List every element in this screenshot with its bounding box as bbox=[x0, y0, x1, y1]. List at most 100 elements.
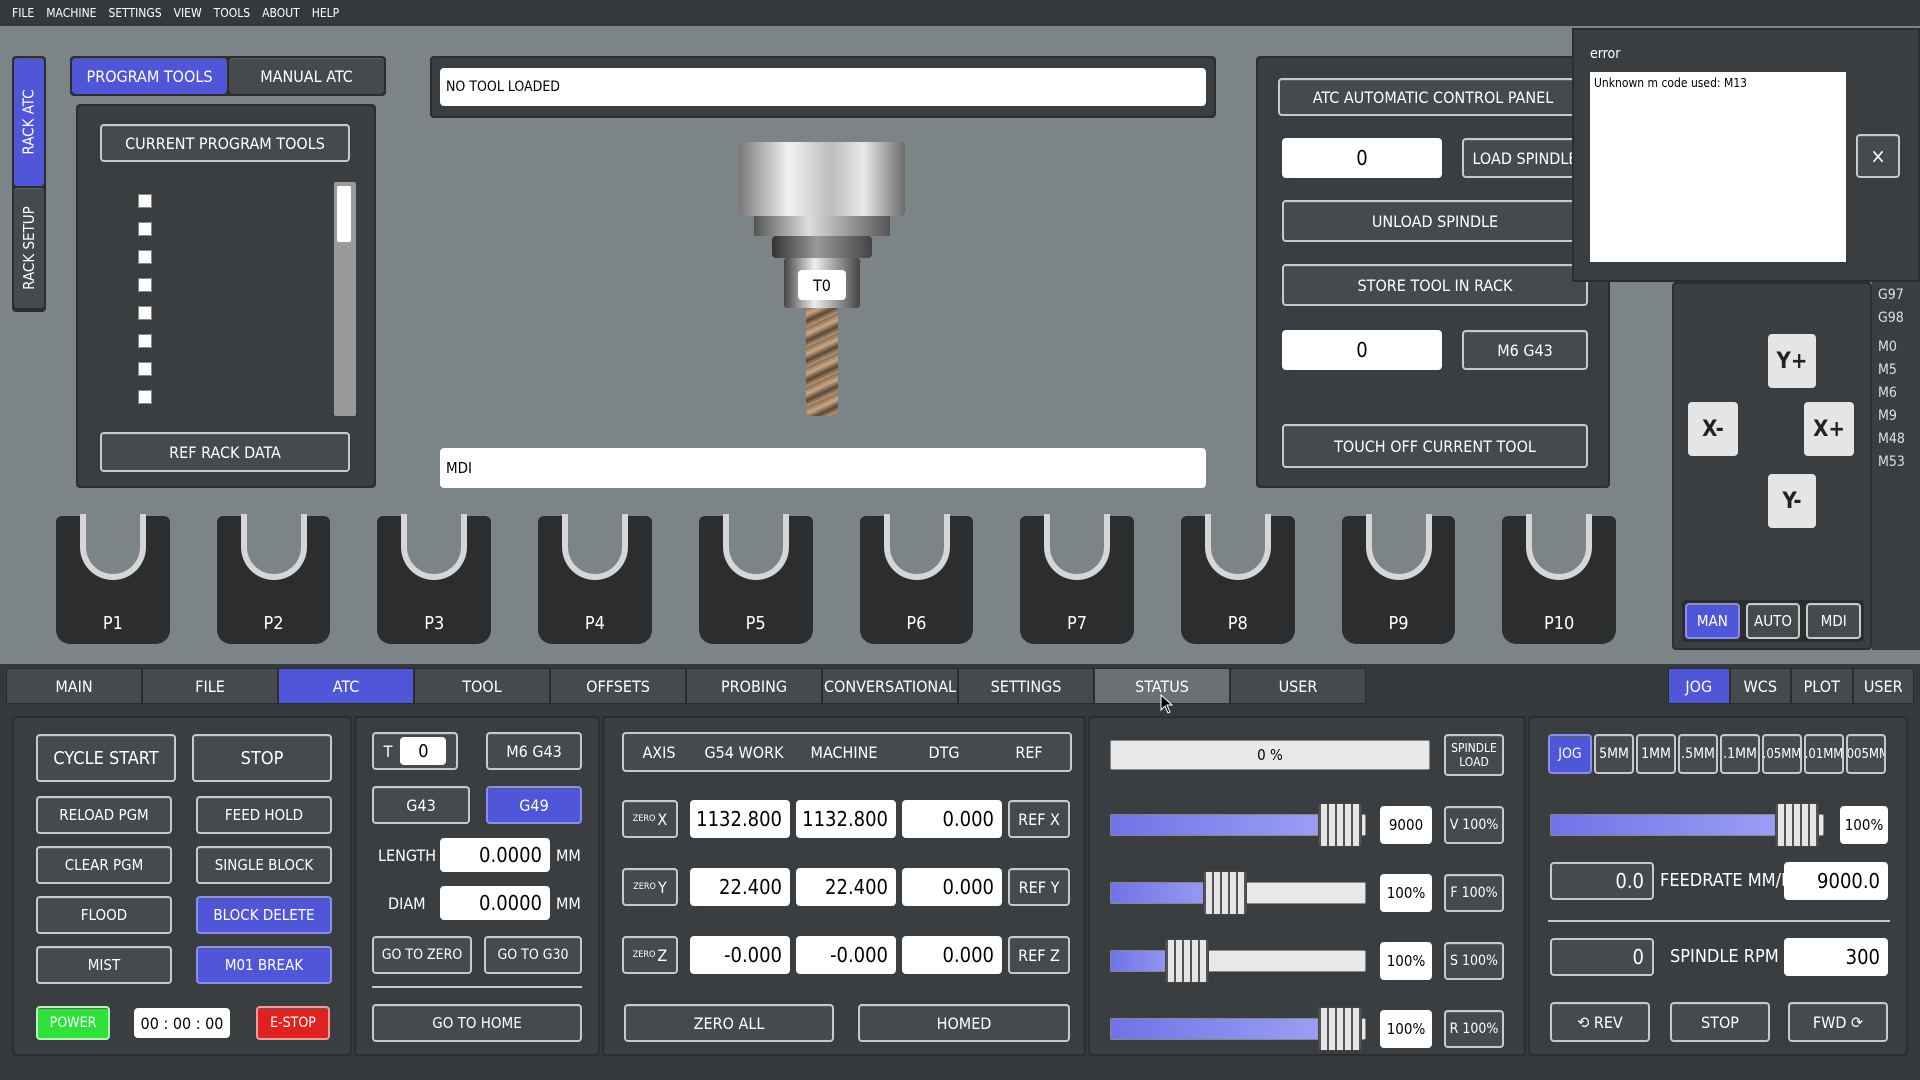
error-close-button[interactable]: × bbox=[1856, 134, 1900, 178]
tab-file[interactable]: FILE bbox=[142, 668, 278, 704]
tool-m6-g43-button[interactable]: M6 G43 bbox=[486, 732, 582, 770]
rack-pocket[interactable]: P9 bbox=[1341, 514, 1456, 644]
rack-pocket[interactable]: P5 bbox=[698, 514, 813, 644]
rack-pocket[interactable]: P4 bbox=[538, 514, 652, 644]
tool-checkbox[interactable] bbox=[138, 222, 152, 236]
tool-checkbox[interactable] bbox=[138, 362, 152, 376]
tool-diam-input[interactable]: 0.0000 bbox=[440, 886, 550, 920]
menu-help[interactable]: HELP bbox=[312, 6, 339, 20]
tab-rack-setup[interactable]: RACK SETUP bbox=[14, 188, 44, 308]
jog-increment-button[interactable]: .01MM bbox=[1804, 734, 1844, 774]
jog-increment-button[interactable]: 5MM bbox=[1594, 734, 1634, 774]
menu-machine[interactable]: MACHINE bbox=[46, 6, 96, 20]
velocity-reset-button[interactable]: V 100% bbox=[1444, 806, 1504, 844]
go-to-home-button[interactable]: GO TO HOME bbox=[372, 1004, 582, 1042]
ref-x-button[interactable]: REF X bbox=[1008, 800, 1070, 838]
rack-pocket[interactable]: P6 bbox=[859, 514, 974, 644]
tab-main[interactable]: MAIN bbox=[6, 668, 142, 704]
go-to-zero-button[interactable]: GO TO ZERO bbox=[372, 936, 472, 974]
touch-off-current-tool-button[interactable]: TOUCH OFF CURRENT TOOL bbox=[1282, 424, 1588, 468]
load-tool-number-input[interactable]: 0 bbox=[1282, 138, 1442, 178]
reload-program-button[interactable]: RELOAD PGM bbox=[36, 796, 172, 834]
zero-y-button[interactable]: ZERO Y bbox=[622, 868, 678, 906]
tab-right-user[interactable]: USER bbox=[1852, 668, 1914, 704]
jog-y-plus-button[interactable]: Y+ bbox=[1768, 334, 1816, 388]
tool-number-input[interactable]: 0 bbox=[400, 737, 447, 765]
rack-pocket[interactable]: P7 bbox=[1020, 514, 1134, 644]
store-tool-in-rack-button[interactable]: STORE TOOL IN RACK bbox=[1282, 264, 1588, 306]
mode-man-button[interactable]: MAN bbox=[1685, 603, 1740, 639]
rack-pocket[interactable]: P10 bbox=[1502, 514, 1617, 644]
single-block-button[interactable]: SINGLE BLOCK bbox=[196, 846, 332, 884]
m6-g43-button[interactable]: M6 G43 bbox=[1462, 330, 1588, 370]
jog-increment-button[interactable]: .05MM bbox=[1762, 734, 1802, 774]
tool-checkbox[interactable] bbox=[138, 250, 152, 264]
slider-thumb[interactable] bbox=[1774, 803, 1819, 847]
tab-atc[interactable]: ATC bbox=[278, 668, 414, 704]
rack-pocket[interactable]: P8 bbox=[1180, 514, 1295, 644]
mode-auto-button[interactable]: AUTO bbox=[1745, 603, 1801, 639]
zero-z-button[interactable]: ZERO Z bbox=[622, 936, 678, 974]
jog-rate-slider[interactable] bbox=[1550, 803, 1824, 847]
jog-x-minus-button[interactable]: X- bbox=[1688, 402, 1738, 456]
scroll-thumb[interactable] bbox=[337, 186, 351, 242]
jog-increment-button[interactable]: 1MM bbox=[1636, 734, 1676, 774]
ref-y-button[interactable]: REF Y bbox=[1008, 868, 1070, 906]
zero-x-button[interactable]: ZERO X bbox=[622, 800, 678, 838]
tool-checkbox[interactable] bbox=[138, 390, 152, 404]
cycle-start-button[interactable]: CYCLE START bbox=[36, 734, 176, 782]
rapid-reset-button[interactable]: R 100% bbox=[1444, 1010, 1504, 1048]
unload-spindle-button[interactable]: UNLOAD SPINDLE bbox=[1282, 200, 1588, 242]
velocity-override-slider[interactable] bbox=[1110, 803, 1366, 847]
tab-user[interactable]: USER bbox=[1230, 668, 1366, 704]
m01-break-button[interactable]: M01 BREAK bbox=[196, 946, 332, 984]
tab-tool[interactable]: TOOL bbox=[414, 668, 550, 704]
jog-x-plus-button[interactable]: X+ bbox=[1804, 402, 1854, 456]
tab-settings[interactable]: SETTINGS bbox=[958, 668, 1094, 704]
tool-length-input[interactable]: 0.0000 bbox=[440, 838, 550, 872]
rack-pocket[interactable]: P1 bbox=[56, 514, 170, 644]
g43-button[interactable]: G43 bbox=[372, 786, 470, 824]
spindle-stop-button[interactable]: STOP bbox=[1670, 1002, 1770, 1042]
jog-continuous-button[interactable]: JOG bbox=[1548, 734, 1592, 774]
mode-mdi-button[interactable]: MDI bbox=[1806, 603, 1862, 639]
slider-thumb[interactable] bbox=[1203, 871, 1248, 915]
slider-thumb[interactable] bbox=[1164, 939, 1209, 983]
clear-program-button[interactable]: CLEAR PGM bbox=[36, 846, 172, 884]
rack-pocket[interactable]: P3 bbox=[377, 514, 492, 644]
tab-wcs[interactable]: WCS bbox=[1729, 668, 1791, 704]
rapid-override-slider[interactable] bbox=[1110, 1007, 1366, 1051]
tab-conversational[interactable]: CONVERSATIONAL bbox=[822, 668, 958, 704]
tool-checkbox[interactable] bbox=[138, 278, 152, 292]
jog-increment-button[interactable]: .1MM bbox=[1720, 734, 1760, 774]
tab-program-tools[interactable]: PROGRAM TOOLS bbox=[72, 58, 227, 94]
ref-z-button[interactable]: REF Z bbox=[1008, 936, 1070, 974]
menu-file[interactable]: FILE bbox=[12, 6, 34, 20]
stop-button[interactable]: STOP bbox=[192, 734, 332, 782]
tab-plot[interactable]: PLOT bbox=[1791, 668, 1853, 704]
feed-hold-button[interactable]: FEED HOLD bbox=[196, 796, 332, 834]
flood-button[interactable]: FLOOD bbox=[36, 896, 172, 934]
jog-y-minus-button[interactable]: Y- bbox=[1768, 474, 1816, 528]
power-button[interactable]: POWER bbox=[36, 1006, 110, 1040]
spindle-reverse-button[interactable]: ⟲ REV bbox=[1550, 1002, 1650, 1042]
rack-pocket[interactable]: P2 bbox=[216, 514, 331, 644]
menu-tools[interactable]: TOOLS bbox=[214, 6, 250, 20]
m6-tool-number-input[interactable]: 0 bbox=[1282, 330, 1442, 370]
tab-rack-atc[interactable]: RACK ATC bbox=[14, 58, 44, 186]
tab-offsets[interactable]: OFFSETS bbox=[550, 668, 686, 704]
zero-all-button[interactable]: ZERO ALL bbox=[624, 1004, 834, 1042]
slider-thumb[interactable] bbox=[1318, 1007, 1363, 1051]
menu-about[interactable]: ABOUT bbox=[262, 6, 300, 20]
spindle-reset-button[interactable]: S 100% bbox=[1444, 942, 1504, 980]
homed-button[interactable]: HOMED bbox=[858, 1004, 1070, 1042]
spindle-override-slider[interactable] bbox=[1110, 939, 1366, 983]
menu-settings[interactable]: SETTINGS bbox=[108, 6, 161, 20]
ref-rack-data-button[interactable]: REF RACK DATA bbox=[100, 432, 350, 472]
mdi-input[interactable]: MDI bbox=[440, 448, 1206, 488]
e-stop-button[interactable]: E-STOP bbox=[256, 1006, 330, 1040]
feed-override-slider[interactable] bbox=[1110, 871, 1366, 915]
tool-checkbox[interactable] bbox=[138, 194, 152, 208]
mist-button[interactable]: MIST bbox=[36, 946, 172, 984]
feed-reset-button[interactable]: F 100% bbox=[1444, 874, 1504, 912]
